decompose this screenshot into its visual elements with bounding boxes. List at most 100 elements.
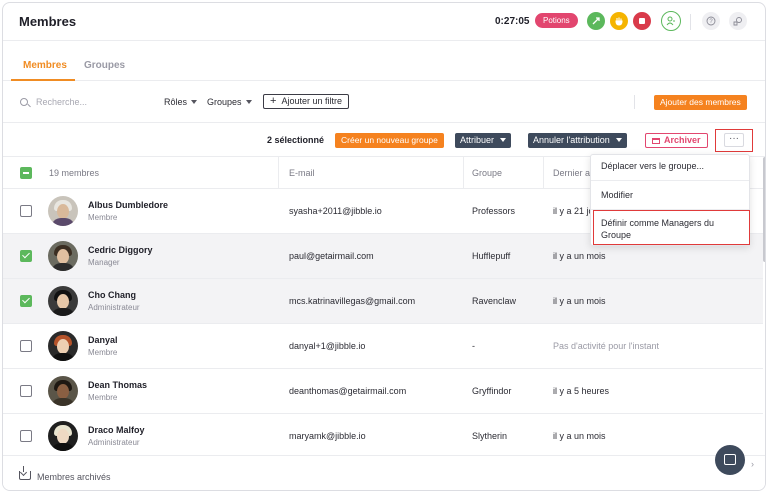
member-last-activity: il y a un mois [553, 296, 606, 306]
assign-dropdown-button[interactable]: Attribuer [455, 133, 512, 148]
member-name[interactable]: Cedric Diggory [88, 245, 153, 255]
search-icon [20, 98, 28, 106]
member-role: Manager [88, 258, 120, 267]
column-divider [543, 157, 544, 189]
avatar [48, 196, 78, 226]
member-name[interactable]: Dean Thomas [88, 380, 147, 390]
header-divider [690, 14, 691, 30]
avatar [48, 241, 78, 271]
more-button-highlight: ··· [715, 129, 753, 152]
table-row[interactable]: Danyal Membre danyal+1@jibble.io - Pas d… [3, 324, 763, 369]
archive-icon [652, 138, 660, 144]
filter-divider [634, 95, 635, 109]
tab-bar: Membres Groupes [3, 41, 765, 81]
archived-members-link[interactable]: Membres archivés [37, 472, 111, 482]
member-role: Membre [88, 348, 118, 357]
roles-filter-dropdown[interactable]: Rôles [164, 97, 198, 107]
potions-badge[interactable]: Potions [535, 13, 578, 28]
member-group: Professors [472, 206, 516, 216]
member-last-activity: il y a un mois [553, 431, 606, 441]
assign-label: Attribuer [460, 135, 495, 145]
archive-label: Archiver [664, 135, 701, 145]
member-role: Membre [88, 393, 118, 402]
top-header: Membres 0:27:05 Potions ? [3, 3, 765, 41]
table-row[interactable]: Cho Chang Administrateur mcs.katrinavill… [3, 279, 763, 324]
member-email: syasha+2011@jibble.io [289, 206, 382, 216]
selected-count: 2 sélectionné [267, 135, 325, 145]
table-scrollbar[interactable] [763, 157, 765, 262]
more-options-button[interactable]: ··· [724, 133, 744, 147]
member-group: Slytherin [472, 431, 508, 441]
filter-bar: Rôles Groupes + Ajouter un filtre Ajouter… [3, 81, 765, 123]
menu-item-set-group-managers[interactable]: Définir comme Managers du Groupe [591, 217, 749, 241]
unassign-dropdown-button[interactable]: Annuler l'attribution [528, 133, 627, 148]
chevron-down-icon [245, 100, 252, 104]
column-divider [278, 157, 279, 189]
archive-button[interactable]: Archiver [645, 133, 708, 148]
row-checkbox[interactable] [20, 295, 32, 307]
groups-filter-dropdown[interactable]: Groupes [207, 97, 252, 107]
member-last-activity: il y a 21 jo [553, 206, 594, 216]
stop-icon[interactable] [633, 12, 651, 30]
avatar [48, 286, 78, 316]
column-header-email[interactable]: E-mail [289, 168, 315, 178]
member-last-activity: il y a un mois [553, 251, 606, 261]
tab-membres[interactable]: Membres [23, 60, 67, 71]
timer-display: 0:27:05 [495, 16, 530, 27]
menu-item-move-to-group[interactable]: Déplacer vers le groupe... [591, 161, 749, 171]
member-email: deanthomas@getairmail.com [289, 386, 407, 396]
row-checkbox[interactable] [20, 385, 32, 397]
member-role: Administrateur [88, 303, 140, 312]
search-input[interactable] [36, 94, 146, 110]
table-row[interactable]: Draco Malfoy Administrateur maryamk@jibb… [3, 414, 763, 459]
add-filter-label: Ajouter un filtre [281, 96, 342, 106]
add-filter-button[interactable]: + Ajouter un filtre [263, 94, 349, 109]
avatar [48, 331, 78, 361]
create-group-button[interactable]: Créer un nouveau groupe [335, 133, 444, 148]
member-group: Hufflepuff [472, 251, 511, 261]
member-name[interactable]: Draco Malfoy [88, 425, 145, 435]
chat-support-button[interactable] [715, 445, 745, 475]
help-icon[interactable]: ? [702, 12, 720, 30]
row-checkbox[interactable] [20, 340, 32, 352]
column-header-last-activity[interactable]: Dernier ac [553, 168, 595, 178]
add-members-button[interactable]: Ajouter des membres [654, 95, 747, 110]
chat-icon [724, 454, 736, 465]
break-icon[interactable] [610, 12, 628, 30]
column-divider [463, 157, 464, 189]
member-name[interactable]: Cho Chang [88, 290, 136, 300]
member-last-activity: Pas d'activité pour l'instant [553, 341, 659, 351]
menu-divider [591, 180, 749, 181]
member-role: Membre [88, 213, 118, 222]
download-archive-icon [19, 466, 31, 480]
tab-groupes[interactable]: Groupes [84, 60, 125, 71]
menu-item-edit[interactable]: Modifier [591, 190, 749, 200]
more-options-menu: Déplacer vers le groupe... Modifier Défi… [590, 154, 750, 246]
column-header-group[interactable]: Groupe [472, 168, 502, 178]
select-all-checkbox[interactable] [20, 167, 32, 179]
member-last-activity: il y a 5 heures [553, 386, 610, 396]
member-email: mcs.katrinavillegas@gmail.com [289, 296, 416, 306]
row-checkbox[interactable] [20, 430, 32, 442]
groups-filter-label: Groupes [207, 97, 242, 107]
user-status-icon[interactable] [661, 11, 681, 31]
chevron-right-icon[interactable]: › [751, 459, 754, 469]
row-checkbox[interactable] [20, 250, 32, 262]
member-name[interactable]: Albus Dumbledore [88, 200, 168, 210]
roles-filter-label: Rôles [164, 97, 188, 107]
member-name[interactable]: Danyal [88, 335, 118, 345]
bulk-action-bar: 2 sélectionné Créer un nouveau groupe At… [3, 123, 765, 157]
archived-members-footer[interactable]: Membres archivés [3, 455, 765, 490]
avatar [48, 421, 78, 451]
table-row[interactable]: Dean Thomas Membre deanthomas@getairmail… [3, 369, 763, 414]
member-email: paul@getairmail.com [289, 251, 374, 261]
page-title: Membres [19, 14, 77, 29]
billing-icon[interactable] [729, 12, 747, 30]
member-group: Gryffindor [472, 386, 512, 396]
column-header-members: 19 membres [49, 168, 100, 178]
plus-icon: + [270, 95, 277, 107]
chevron-down-icon [500, 138, 507, 142]
row-checkbox[interactable] [20, 205, 32, 217]
clock-in-icon[interactable] [587, 12, 605, 30]
member-role: Administrateur [88, 438, 140, 447]
